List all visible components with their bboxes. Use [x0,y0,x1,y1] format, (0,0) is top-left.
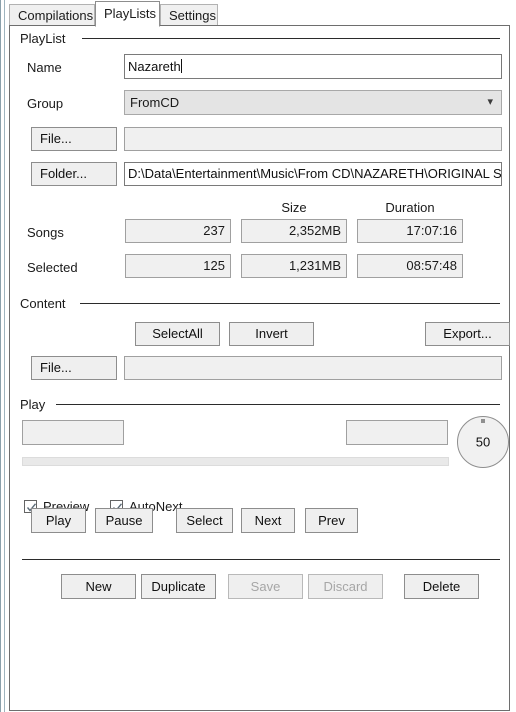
group-combobox-value: FromCD [130,95,180,110]
playlists-panel: PlayList Name Nazareth Group FromCD ▾ Fi… [9,25,510,711]
save-button: Save [228,574,303,599]
selected-count-field: 125 [125,254,231,278]
window-left-edge [0,0,1,712]
duplicate-button[interactable]: Duplicate [141,574,216,599]
playlist-folder-button[interactable]: Folder... [31,162,117,186]
group-label: Group [27,96,64,111]
prev-button[interactable]: Prev [305,508,358,533]
playlist-folder-field[interactable]: D:\Data\Entertainment\Music\From CD\NAZA… [124,162,502,186]
tab-playlists[interactable]: PlayLists [95,1,160,27]
window-left-inner-edge [4,0,5,712]
next-button[interactable]: Next [241,508,295,533]
volume-knob-value: 50 [475,434,491,450]
playlist-group-rule [82,38,500,39]
new-button[interactable]: New [61,574,136,599]
songs-count-field: 237 [125,219,231,243]
play-remaining-field [346,420,448,445]
tab-bar: Compilations PlayLists Settings [9,0,510,27]
playlist-group-title: PlayList [20,31,72,46]
export-button[interactable]: Export... [425,322,510,346]
discard-button: Discard [308,574,383,599]
play-group-title: Play [20,397,52,412]
songs-row-label: Songs [27,225,64,240]
songs-size-field: 2,352MB [241,219,347,243]
group-combobox[interactable]: FromCD ▾ [124,90,502,115]
size-column-header: Size [281,200,307,215]
content-file-field[interactable] [124,356,502,380]
chevron-down-icon: ▾ [487,96,493,108]
play-group-rule [56,404,500,405]
name-input[interactable]: Nazareth [124,54,502,79]
tab-settings[interactable]: Settings [160,4,218,26]
content-file-button[interactable]: File... [31,356,117,380]
selected-row-label: Selected [27,260,78,275]
playback-progress-slider[interactable] [22,457,449,466]
pause-button[interactable]: Pause [95,508,153,533]
record-actions-separator [22,559,500,560]
volume-knob-indicator [481,419,485,423]
play-elapsed-field [22,420,124,445]
playlist-file-button[interactable]: File... [31,127,117,151]
songs-duration-field: 17:07:16 [357,219,463,243]
content-group-rule [80,303,500,304]
text-caret [180,59,182,73]
selected-duration-field: 08:57:48 [357,254,463,278]
selected-size-field: 1,231MB [241,254,347,278]
invert-button[interactable]: Invert [229,322,314,346]
play-button[interactable]: Play [31,508,86,533]
volume-knob[interactable]: 50 [457,416,509,468]
application-window: Compilations PlayLists Settings PlayList… [0,0,516,712]
playlist-file-field[interactable] [124,127,502,151]
content-group-title: Content [20,296,72,311]
name-label: Name [27,60,62,75]
name-input-value: Nazareth [128,59,181,74]
duration-column-header: Duration [385,200,435,215]
select-all-button[interactable]: SelectAll [135,322,220,346]
tab-compilations[interactable]: Compilations [9,4,95,26]
delete-button[interactable]: Delete [404,574,479,599]
select-button[interactable]: Select [176,508,233,533]
